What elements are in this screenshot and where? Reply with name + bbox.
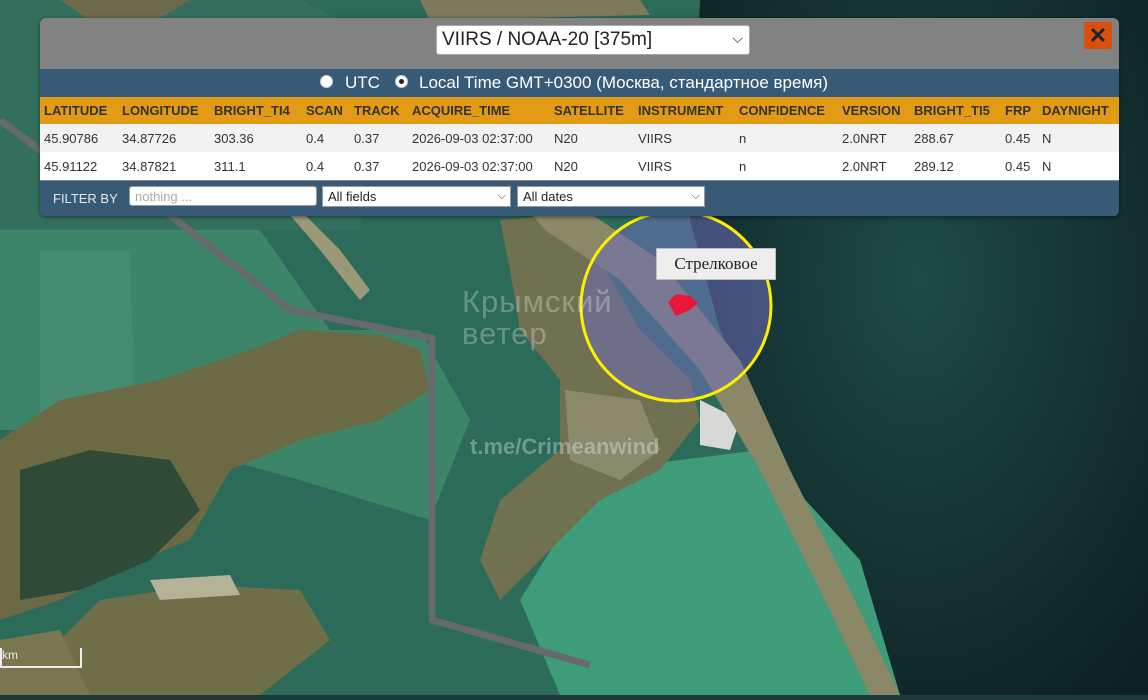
table-cell: 45.90786	[40, 124, 118, 152]
filter-label: FILTER BY	[53, 191, 118, 206]
fire-info-popup: VIIRS / NOAA-20 [375m] ⌵ ✕ UTC Local Tim…	[40, 18, 1119, 216]
scale-label: km	[2, 648, 18, 662]
close-icon: ✕	[1088, 22, 1108, 48]
utc-radio[interactable]	[320, 75, 333, 88]
utc-label: UTC	[345, 73, 380, 92]
fields-select-value: All fields	[328, 189, 377, 204]
table-row[interactable]: 45.91122 34.87821 311.1 0.4 0.37 2026-09…	[40, 152, 1119, 180]
table-cell: 0.45	[1001, 124, 1038, 152]
close-button[interactable]: ✕	[1084, 22, 1112, 49]
table-cell: N20	[550, 124, 634, 152]
table-cell: N20	[550, 152, 634, 180]
column-header: BRIGHT_TI5	[910, 97, 1001, 124]
column-header: BRIGHT_TI4	[210, 97, 302, 124]
table-cell: 0.37	[350, 124, 408, 152]
column-header: ACQUIRE_TIME	[408, 97, 550, 124]
satellite-select[interactable]: VIIRS / NOAA-20 [375m] ⌵	[436, 25, 750, 55]
column-header: FRP	[1001, 97, 1038, 124]
table-cell: 2026-09-03 02:37:00	[408, 152, 550, 180]
column-header: INSTRUMENT	[634, 97, 735, 124]
table-cell: 0.37	[350, 152, 408, 180]
chevron-down-icon: ⌵	[497, 190, 506, 202]
fields-select[interactable]: All fields ⌵	[322, 186, 511, 207]
column-header: TRACK	[350, 97, 408, 124]
table-cell: 288.67	[910, 124, 1001, 152]
table-cell: 34.87821	[118, 152, 210, 180]
column-header: LATITUDE	[40, 97, 118, 124]
column-header: SCAN	[302, 97, 350, 124]
column-header: CONFIDENCE	[735, 97, 838, 124]
dates-select[interactable]: All dates ⌵	[517, 186, 705, 207]
table-cell: n	[735, 152, 838, 180]
column-header: DAYNIGHT	[1038, 97, 1119, 124]
time-mode-bar: UTC Local Time GMT+0300 (Москва, стандар…	[40, 69, 1119, 97]
table-cell: 2026-09-03 02:37:00	[408, 124, 550, 152]
table-cell: 311.1	[210, 152, 302, 180]
table-row[interactable]: 45.90786 34.87726 303.36 0.4 0.37 2026-0…	[40, 124, 1119, 152]
chevron-down-icon: ⌵	[732, 30, 743, 46]
place-label: Стрелковое	[656, 248, 776, 280]
table-cell: 2.0NRT	[838, 124, 910, 152]
local-time-radio[interactable]	[395, 75, 408, 88]
table-cell: N	[1038, 124, 1119, 152]
detections-table: LATITUDE LONGITUDE BRIGHT_TI4 SCAN TRACK…	[40, 97, 1119, 180]
column-header: LONGITUDE	[118, 97, 210, 124]
scale-bar: km	[0, 648, 82, 668]
table-cell: n	[735, 124, 838, 152]
filter-input[interactable]	[129, 186, 317, 206]
dates-select-value: All dates	[523, 189, 573, 204]
local-time-label: Local Time GMT+0300 (Москва, стандартное…	[419, 73, 829, 92]
table-cell: VIIRS	[634, 152, 735, 180]
table-cell: 303.36	[210, 124, 302, 152]
filter-bar: FILTER BY All fields ⌵ All dates ⌵	[40, 181, 1119, 216]
table-header-row: LATITUDE LONGITUDE BRIGHT_TI4 SCAN TRACK…	[40, 97, 1119, 124]
table-cell: 0.4	[302, 152, 350, 180]
chevron-down-icon: ⌵	[691, 190, 700, 202]
table-cell: 45.91122	[40, 152, 118, 180]
table-cell: 2.0NRT	[838, 152, 910, 180]
table-cell: 0.4	[302, 124, 350, 152]
table-cell: 0.45	[1001, 152, 1038, 180]
table-cell: N	[1038, 152, 1119, 180]
table-cell: 34.87726	[118, 124, 210, 152]
table-cell: 289.12	[910, 152, 1001, 180]
column-header: VERSION	[838, 97, 910, 124]
column-header: SATELLITE	[550, 97, 634, 124]
satellite-select-value: VIIRS / NOAA-20 [375m]	[442, 29, 653, 50]
table-cell: VIIRS	[634, 124, 735, 152]
